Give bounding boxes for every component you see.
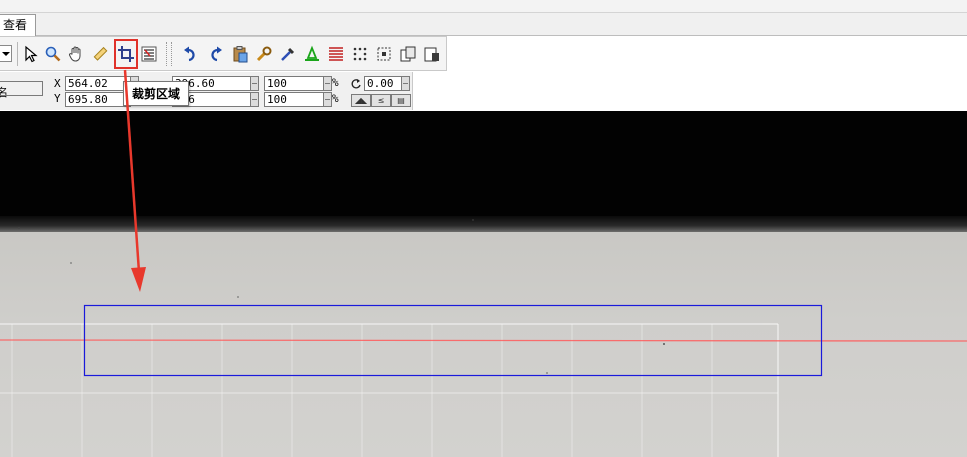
export-icon[interactable] <box>421 43 443 65</box>
tab-view[interactable]: 查看 <box>0 14 37 36</box>
window-top-strip <box>0 0 967 13</box>
main-toolbar <box>0 36 447 71</box>
wrench-settings-icon[interactable] <box>253 43 275 65</box>
property-bar: 名 X Y 564.02 695.80 396.60 .66 100 100 %… <box>0 72 413 110</box>
tab-row: 查看 <box>0 13 967 36</box>
height-spinner[interactable] <box>250 92 259 107</box>
crop-tooltip: 裁剪区域 <box>123 81 190 106</box>
undo-icon[interactable] <box>180 43 202 65</box>
percent-x-label: % <box>332 76 339 89</box>
toolbar-separator <box>17 42 18 66</box>
y-field[interactable]: 695.80 <box>65 92 131 107</box>
toolbar-grip[interactable] <box>166 42 172 66</box>
rotation-field[interactable]: 0.00 <box>364 76 402 91</box>
y-label: Y <box>54 92 61 105</box>
zoom-magnifier-icon[interactable] <box>42 43 64 65</box>
scale-y-spinner[interactable] <box>323 92 332 107</box>
image-canvas[interactable] <box>0 111 967 457</box>
x-field[interactable]: 564.02 <box>65 76 131 91</box>
laser-icon[interactable] <box>301 43 323 65</box>
clipboard-paste-icon[interactable] <box>229 43 251 65</box>
width-spinner[interactable] <box>250 76 259 91</box>
rotation-spinner[interactable] <box>401 76 410 91</box>
measurement-overlay <box>0 304 967 457</box>
calibration-grid <box>0 323 779 457</box>
name-field[interactable] <box>0 81 43 96</box>
copy-page-icon[interactable] <box>397 43 419 65</box>
scale-y-field[interactable]: 100 <box>264 92 324 107</box>
scale-x-spinner[interactable] <box>323 76 332 91</box>
mirror-horizontal-button[interactable]: ◢◣ <box>351 94 371 107</box>
select-region-icon[interactable] <box>373 43 395 65</box>
percent-y-label: % <box>332 92 339 105</box>
list-properties-icon[interactable] <box>138 43 160 65</box>
select-pointer-icon[interactable] <box>20 43 42 65</box>
x-label: X <box>54 77 61 90</box>
dots-grid-icon[interactable] <box>349 43 371 65</box>
mirror-vertical-button[interactable]: ≤ <box>371 94 391 107</box>
toolbar-dropdown[interactable] <box>0 45 12 62</box>
crop-tool-highlight <box>114 39 138 69</box>
hand-pan-icon[interactable] <box>65 43 87 65</box>
redo-icon[interactable] <box>204 43 226 65</box>
scale-x-field[interactable]: 100 <box>264 76 324 91</box>
ruler-measure-icon[interactable] <box>89 43 111 65</box>
eyedropper-icon[interactable] <box>277 43 299 65</box>
rotate-icon <box>351 79 361 89</box>
reset-transform-button[interactable]: ▤ <box>391 94 411 107</box>
fill-lines-icon[interactable] <box>325 43 347 65</box>
